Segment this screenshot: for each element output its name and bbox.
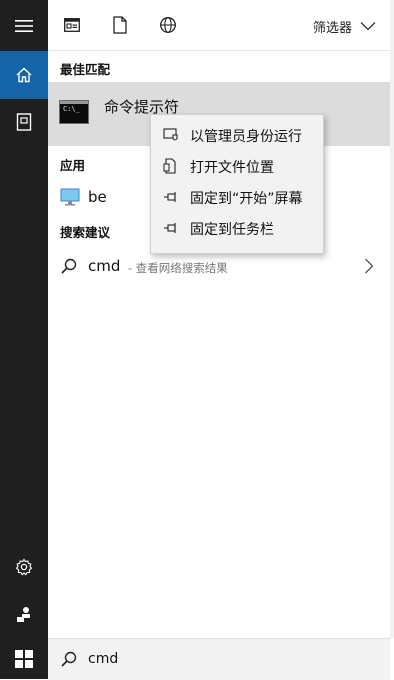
globe-icon: [160, 17, 176, 33]
web-filter-button[interactable]: [158, 15, 178, 35]
pin-icon: [164, 223, 176, 233]
context-item-label: 固定到“开始”屏幕: [190, 191, 303, 207]
context-item-run-as-admin[interactable]: 以管理员身份运行: [151, 120, 323, 150]
context-item-open-file-location[interactable]: 打开文件位置: [151, 151, 323, 181]
documents-filter-button[interactable]: [110, 15, 130, 35]
windows-logo-icon: [15, 649, 33, 668]
web-suggestion-hint: - 查看网络搜索结果: [128, 261, 228, 275]
user-icon: [17, 607, 30, 622]
home-icon: [16, 67, 32, 83]
results-toolbar: 筛选器: [48, 0, 390, 51]
documents-button[interactable]: [0, 98, 48, 146]
home-button[interactable]: [0, 51, 48, 99]
file-location-icon: [163, 158, 176, 174]
apps-filter-button[interactable]: [62, 15, 82, 35]
pin-icon: [164, 192, 176, 202]
best-match-heading: 最佳匹配: [60, 62, 111, 77]
panel-edge: [390, 0, 394, 638]
search-icon: [61, 258, 77, 274]
filter-label: 筛选器: [312, 20, 352, 36]
search-box[interactable]: cmd: [48, 638, 390, 680]
hamburger-menu-button[interactable]: [0, 2, 48, 50]
gear-icon: [15, 558, 33, 576]
hamburger-icon: [15, 20, 33, 32]
chevron-right-icon: [365, 258, 374, 274]
start-button[interactable]: [0, 638, 48, 679]
admin-shield-icon: [163, 128, 178, 141]
user-button[interactable]: [0, 590, 48, 638]
tablet-icon: [16, 113, 32, 131]
context-item-pin-to-taskbar[interactable]: 固定到任务栏: [151, 213, 323, 243]
left-rail: [0, 0, 48, 679]
context-item-label: 以管理员身份运行: [190, 129, 302, 145]
monitor-icon: [60, 188, 80, 206]
apps-heading: 应用: [60, 158, 86, 173]
context-item-pin-to-start[interactable]: 固定到“开始”屏幕: [151, 182, 323, 212]
app-window-icon: [64, 18, 80, 32]
context-item-label: 打开文件位置: [190, 160, 274, 176]
search-icon: [61, 651, 77, 667]
document-icon: [113, 16, 127, 34]
search-results-panel: 筛选器 最佳匹配 C:\_ 命令提示符 应用 be 搜索建议 cmd - 查看网…: [48, 0, 390, 638]
search-input-value[interactable]: cmd: [88, 651, 118, 667]
command-prompt-icon: C:\_: [59, 100, 89, 124]
chevron-down-icon: [360, 22, 376, 31]
context-menu: 以管理员身份运行 打开文件位置 固定到“开始”屏幕 固定到任务栏: [150, 114, 324, 254]
context-item-label: 固定到任务栏: [190, 222, 274, 238]
settings-button[interactable]: [0, 543, 48, 591]
web-suggestion-item[interactable]: cmd - 查看网络搜索结果: [48, 250, 390, 282]
filter-dropdown[interactable]: 筛选器: [313, 16, 376, 36]
web-suggestion-query: cmd: [88, 257, 121, 275]
app-result-label: be: [88, 188, 107, 206]
search-suggestions-heading: 搜索建议: [60, 225, 111, 240]
